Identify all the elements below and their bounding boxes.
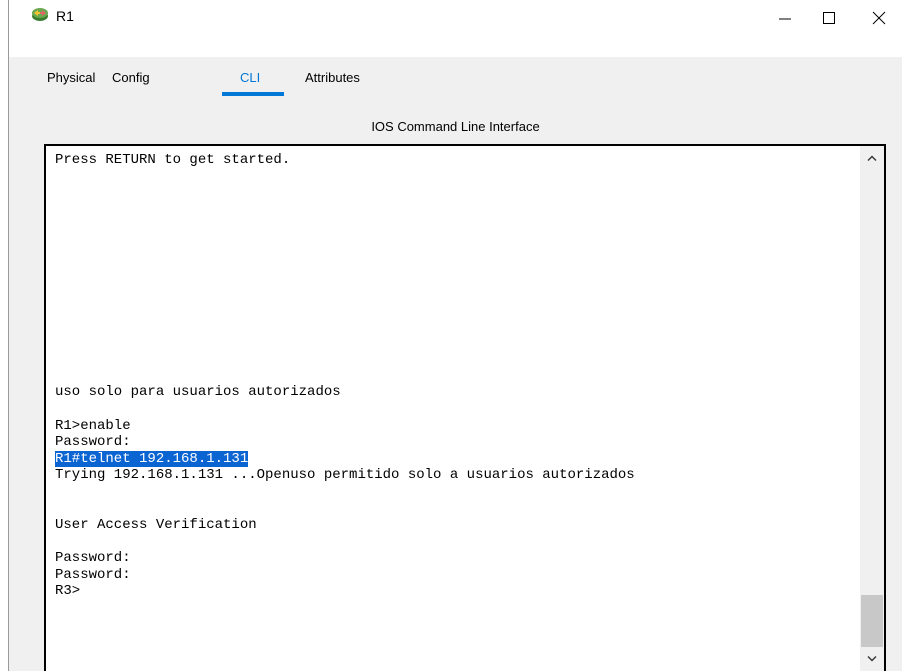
terminal-line: Password: bbox=[55, 550, 131, 567]
terminal-line: uso solo para usuarios autorizados bbox=[55, 384, 341, 401]
terminal-line: R1#telnet 192.168.1.131 bbox=[55, 450, 855, 468]
scrollbar-thumb[interactable] bbox=[861, 595, 883, 647]
terminal-line: R3> bbox=[55, 583, 81, 600]
device-panel: Physical Config CLI Attributes IOS Comma… bbox=[9, 57, 902, 671]
terminal-line: Press RETURN to get started. bbox=[55, 152, 291, 168]
scroll-down-button[interactable] bbox=[860, 647, 884, 671]
router-icon bbox=[29, 4, 51, 24]
close-button[interactable] bbox=[857, 2, 901, 34]
terminal-line: User Access Verification bbox=[55, 517, 257, 534]
tab-bar: Physical Config CLI Attributes bbox=[9, 57, 902, 97]
maximize-button[interactable] bbox=[807, 2, 851, 34]
selected-text[interactable]: R1#telnet 192.168.1.131 bbox=[55, 450, 249, 467]
terminal-output: Press RETURN to get started. uso solo par… bbox=[55, 152, 855, 600]
terminal-line: Password: bbox=[55, 566, 131, 583]
terminal-line: Trying 192.168.1.131 ...Openuso permitid… bbox=[55, 467, 635, 484]
tab-config[interactable]: Config bbox=[112, 70, 150, 85]
vertical-scrollbar[interactable] bbox=[860, 146, 884, 671]
minimize-button[interactable] bbox=[763, 2, 807, 34]
window-title: R1 bbox=[56, 8, 74, 24]
chevron-down-icon bbox=[867, 656, 877, 662]
minimize-icon bbox=[779, 18, 791, 20]
terminal-line: R1>enable bbox=[55, 417, 131, 434]
active-tab-indicator bbox=[222, 92, 284, 96]
terminal-line: Password: bbox=[55, 434, 131, 451]
cli-header: IOS Command Line Interface bbox=[371, 119, 540, 134]
cli-terminal[interactable]: Press RETURN to get started. uso solo par… bbox=[44, 144, 886, 671]
tab-physical[interactable]: Physical bbox=[47, 70, 95, 85]
chevron-up-icon bbox=[867, 155, 877, 161]
title-bar: R1 bbox=[0, 0, 902, 36]
close-icon bbox=[872, 11, 886, 25]
tab-attributes[interactable]: Attributes bbox=[305, 70, 360, 85]
maximize-icon bbox=[823, 12, 835, 24]
scroll-up-button[interactable] bbox=[860, 146, 884, 170]
tab-cli[interactable]: CLI bbox=[240, 70, 260, 85]
